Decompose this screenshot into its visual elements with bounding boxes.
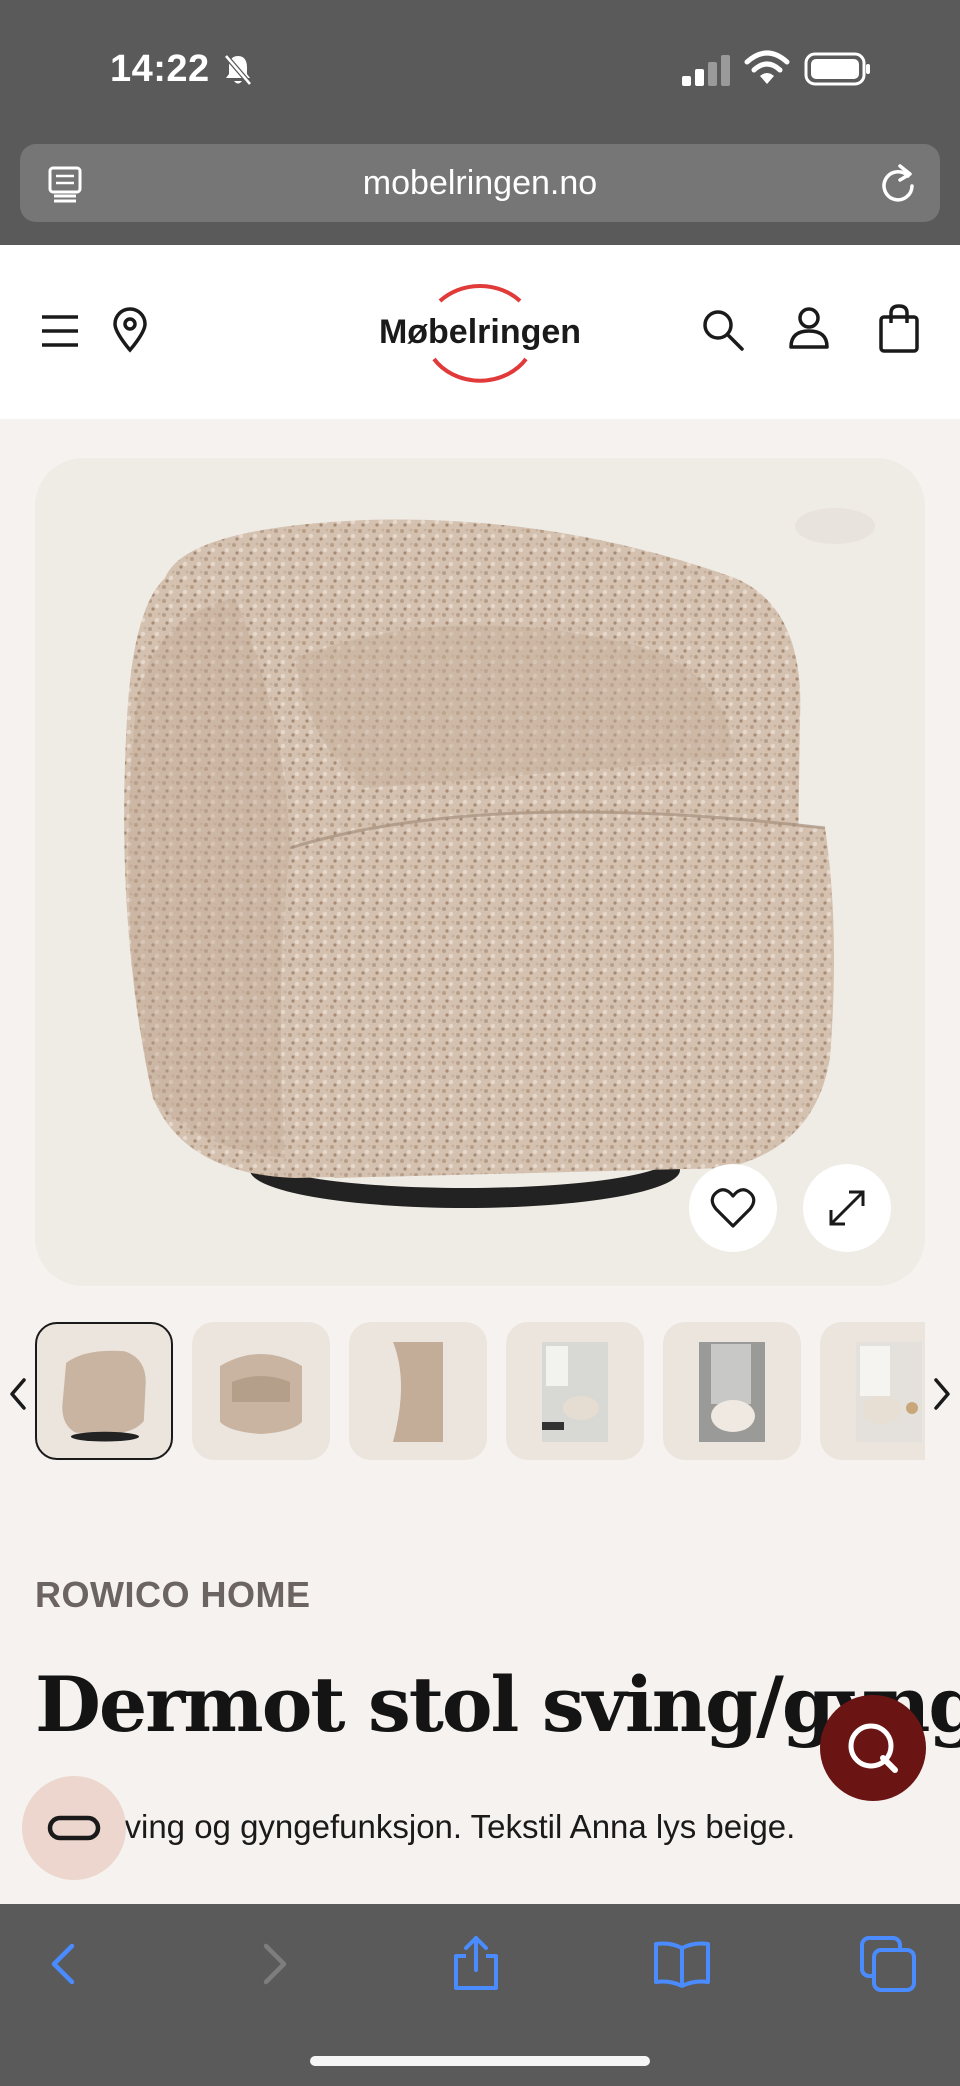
product-brand[interactable]: ROWICO HOME bbox=[35, 1574, 310, 1616]
url-text[interactable]: mobelringen.no bbox=[20, 164, 940, 203]
share-icon[interactable] bbox=[446, 1934, 506, 1994]
chevron-left-icon[interactable] bbox=[4, 1374, 32, 1414]
thumbnail[interactable] bbox=[663, 1322, 801, 1460]
thumbnail[interactable] bbox=[506, 1322, 644, 1460]
bell-muted-icon bbox=[224, 54, 252, 86]
status-time: 14:22 bbox=[110, 48, 210, 90]
browser-chrome: mobelringen.no bbox=[0, 140, 960, 245]
signal-icon bbox=[682, 55, 730, 86]
battery-icon bbox=[804, 52, 870, 86]
product-title: Dermot stol sving/gyng bbox=[35, 1660, 960, 1749]
search-icon[interactable] bbox=[700, 307, 746, 353]
thumbnail[interactable] bbox=[820, 1322, 925, 1460]
forward-icon[interactable] bbox=[244, 1934, 304, 1994]
address-bar[interactable]: mobelringen.no bbox=[20, 144, 940, 222]
status-bar: 14:22 bbox=[0, 0, 960, 140]
cart-icon[interactable] bbox=[878, 303, 920, 353]
chat-button[interactable] bbox=[820, 1695, 926, 1801]
compare-button[interactable] bbox=[22, 1776, 126, 1880]
site-logo[interactable]: Møbelringen bbox=[370, 277, 590, 387]
wishlist-button[interactable] bbox=[689, 1164, 777, 1252]
account-icon[interactable] bbox=[788, 305, 830, 351]
thumbnail[interactable] bbox=[192, 1322, 330, 1460]
thumbnail[interactable] bbox=[35, 1322, 173, 1460]
thumbnail[interactable] bbox=[349, 1322, 487, 1460]
location-icon[interactable] bbox=[110, 307, 150, 353]
browser-toolbar bbox=[0, 1904, 960, 2086]
back-icon[interactable] bbox=[34, 1934, 94, 1994]
toggle-loop-icon bbox=[47, 1815, 101, 1841]
wifi-icon bbox=[744, 50, 790, 84]
logo-text: Møbelringen bbox=[378, 313, 582, 351]
tabs-icon[interactable] bbox=[858, 1934, 918, 1994]
reload-icon[interactable] bbox=[878, 162, 918, 204]
heart-icon bbox=[710, 1188, 756, 1228]
thumbnail-strip bbox=[35, 1320, 925, 1462]
site-header: Møbelringen bbox=[0, 245, 960, 419]
menu-icon[interactable] bbox=[40, 313, 80, 349]
product-description: sving og gyngefunksjon. Tekstil Anna lys… bbox=[108, 1808, 796, 1845]
product-image[interactable] bbox=[35, 458, 925, 1286]
chevron-right-icon[interactable] bbox=[928, 1374, 956, 1414]
armchair-image bbox=[124, 508, 875, 1208]
bookmarks-icon[interactable] bbox=[652, 1934, 712, 1994]
expand-image-button[interactable] bbox=[803, 1164, 891, 1252]
chat-icon bbox=[848, 1723, 898, 1773]
expand-icon bbox=[829, 1190, 865, 1226]
home-indicator bbox=[310, 2056, 650, 2066]
